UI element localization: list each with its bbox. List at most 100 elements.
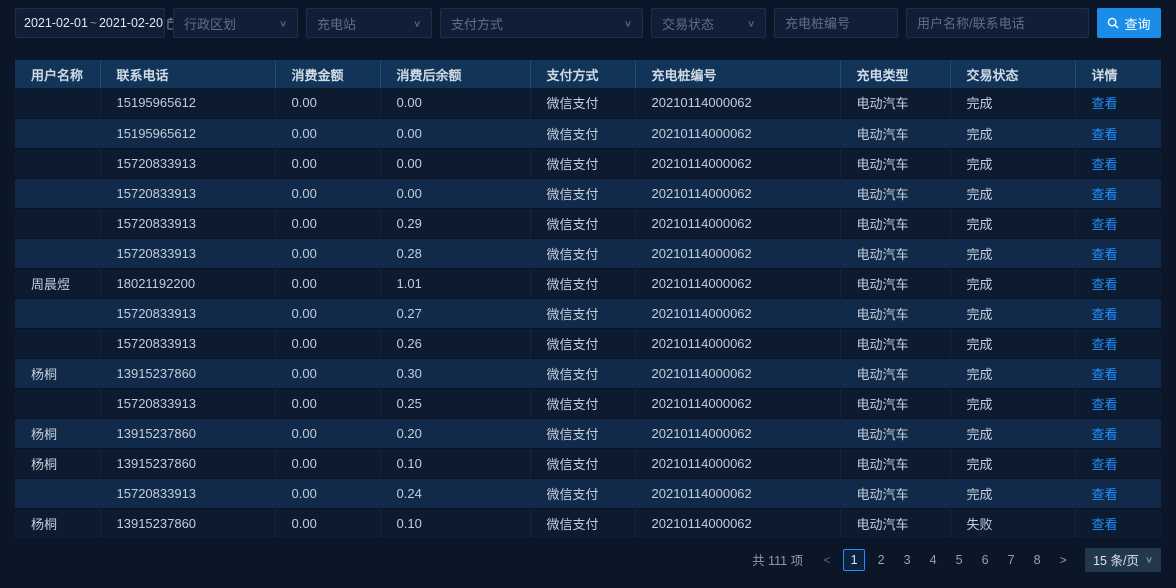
cell-name bbox=[15, 118, 100, 148]
table-row: 157208339130.000.26微信支付20210114000062电动汽… bbox=[15, 328, 1161, 358]
detail-link[interactable]: 查看 bbox=[1092, 187, 1118, 202]
chevron-down-icon: ∨ bbox=[747, 18, 755, 28]
cell-status: 完成 bbox=[950, 298, 1075, 328]
cell-type: 电动汽车 bbox=[840, 328, 950, 358]
region-select[interactable]: 行政区划 ∨ bbox=[173, 8, 298, 38]
cell-type: 电动汽车 bbox=[840, 88, 950, 118]
detail-link[interactable]: 查看 bbox=[1092, 127, 1118, 142]
cell-detail: 查看 bbox=[1075, 268, 1161, 298]
cell-detail: 查看 bbox=[1075, 208, 1161, 238]
detail-link[interactable]: 查看 bbox=[1092, 307, 1118, 322]
cell-type: 电动汽车 bbox=[840, 418, 950, 448]
cell-payment: 微信支付 bbox=[530, 88, 635, 118]
page-button-2[interactable]: 2 bbox=[871, 549, 891, 571]
cell-phone: 13915237860 bbox=[100, 508, 275, 538]
detail-link[interactable]: 查看 bbox=[1092, 217, 1118, 232]
page-button-6[interactable]: 6 bbox=[975, 549, 995, 571]
cell-pile: 20210114000062 bbox=[635, 448, 840, 478]
cell-detail: 查看 bbox=[1075, 148, 1161, 178]
cell-name bbox=[15, 328, 100, 358]
detail-link[interactable]: 查看 bbox=[1092, 487, 1118, 502]
cell-payment: 微信支付 bbox=[530, 508, 635, 538]
table-row: 周晨煜180211922000.001.01微信支付20210114000062… bbox=[15, 268, 1161, 298]
cell-type: 电动汽车 bbox=[840, 478, 950, 508]
detail-link[interactable]: 查看 bbox=[1092, 247, 1118, 262]
chevron-down-icon: ∨ bbox=[279, 18, 287, 28]
table-row: 157208339130.000.24微信支付20210114000062电动汽… bbox=[15, 478, 1161, 508]
cell-amount: 0.00 bbox=[275, 268, 380, 298]
detail-link[interactable]: 查看 bbox=[1092, 157, 1118, 172]
col-charge-type: 充电类型 bbox=[840, 60, 950, 88]
cell-payment: 微信支付 bbox=[530, 208, 635, 238]
search-button[interactable]: 查询 bbox=[1097, 8, 1161, 38]
cell-payment: 微信支付 bbox=[530, 388, 635, 418]
cell-amount: 0.00 bbox=[275, 478, 380, 508]
page-number-list: 12345678 bbox=[843, 549, 1047, 571]
pile-number-input[interactable] bbox=[775, 9, 897, 37]
cell-pile: 20210114000062 bbox=[635, 208, 840, 238]
user-search-input[interactable] bbox=[907, 9, 1088, 37]
cell-status: 完成 bbox=[950, 478, 1075, 508]
page-button-7[interactable]: 7 bbox=[1001, 549, 1021, 571]
cell-phone: 15195965612 bbox=[100, 118, 275, 148]
cell-amount: 0.00 bbox=[275, 418, 380, 448]
cell-pile: 20210114000062 bbox=[635, 178, 840, 208]
cell-amount: 0.00 bbox=[275, 328, 380, 358]
cell-type: 电动汽车 bbox=[840, 268, 950, 298]
cell-pile: 20210114000062 bbox=[635, 418, 840, 448]
col-balance: 消费后余额 bbox=[380, 60, 530, 88]
cell-name: 杨桐 bbox=[15, 418, 100, 448]
table-row: 杨桐139152378600.000.10微信支付20210114000062电… bbox=[15, 508, 1161, 538]
cell-payment: 微信支付 bbox=[530, 358, 635, 388]
page-button-4[interactable]: 4 bbox=[923, 549, 943, 571]
cell-status: 完成 bbox=[950, 448, 1075, 478]
cell-detail: 查看 bbox=[1075, 478, 1161, 508]
col-status: 交易状态 bbox=[950, 60, 1075, 88]
table-body: 151959656120.000.00微信支付20210114000062电动汽… bbox=[15, 88, 1161, 538]
cell-phone: 15720833913 bbox=[100, 238, 275, 268]
detail-link[interactable]: 查看 bbox=[1092, 397, 1118, 412]
cell-amount: 0.00 bbox=[275, 118, 380, 148]
detail-link[interactable]: 查看 bbox=[1092, 457, 1118, 472]
cell-type: 电动汽车 bbox=[840, 448, 950, 478]
station-select[interactable]: 充电站 ∨ bbox=[306, 8, 432, 38]
cell-status: 完成 bbox=[950, 208, 1075, 238]
page-button-8[interactable]: 8 bbox=[1027, 549, 1047, 571]
detail-link[interactable]: 查看 bbox=[1092, 427, 1118, 442]
cell-status: 完成 bbox=[950, 388, 1075, 418]
user-search-field bbox=[906, 8, 1089, 38]
status-select-placeholder: 交易状态 bbox=[662, 14, 714, 33]
page-size-select[interactable]: 15 条/页 ∨ bbox=[1085, 548, 1161, 572]
cell-amount: 0.00 bbox=[275, 148, 380, 178]
cell-payment: 微信支付 bbox=[530, 418, 635, 448]
cell-balance: 1.01 bbox=[380, 268, 530, 298]
search-button-label: 查询 bbox=[1124, 14, 1150, 33]
cell-status: 失败 bbox=[950, 508, 1075, 538]
detail-link[interactable]: 查看 bbox=[1092, 367, 1118, 382]
cell-balance: 0.27 bbox=[380, 298, 530, 328]
detail-link[interactable]: 查看 bbox=[1092, 517, 1118, 532]
cell-amount: 0.00 bbox=[275, 388, 380, 418]
detail-link[interactable]: 查看 bbox=[1092, 337, 1118, 352]
date-range-picker[interactable]: 2021-02-01 ~ 2021-02-20 bbox=[15, 8, 165, 38]
payment-method-select[interactable]: 支付方式 ∨ bbox=[440, 8, 643, 38]
next-page-button[interactable]: > bbox=[1053, 549, 1073, 571]
page-button-3[interactable]: 3 bbox=[897, 549, 917, 571]
prev-page-button[interactable]: < bbox=[817, 549, 837, 571]
cell-phone: 13915237860 bbox=[100, 418, 275, 448]
cell-name bbox=[15, 208, 100, 238]
table-header: 用户名称 联系电话 消费金额 消费后余额 支付方式 充电桩编号 充电类型 交易状… bbox=[15, 60, 1161, 88]
page-button-1[interactable]: 1 bbox=[843, 549, 865, 571]
transaction-status-select[interactable]: 交易状态 ∨ bbox=[651, 8, 766, 38]
page-button-5[interactable]: 5 bbox=[949, 549, 969, 571]
transactions-page: 2021-02-01 ~ 2021-02-20 行政区划 ∨ 充电站 ∨ 支付方… bbox=[0, 0, 1176, 588]
table-row: 151959656120.000.00微信支付20210114000062电动汽… bbox=[15, 118, 1161, 148]
cell-balance: 0.00 bbox=[380, 148, 530, 178]
cell-type: 电动汽车 bbox=[840, 118, 950, 148]
cell-status: 完成 bbox=[950, 358, 1075, 388]
cell-payment: 微信支付 bbox=[530, 298, 635, 328]
detail-link[interactable]: 查看 bbox=[1092, 277, 1118, 292]
col-phone: 联系电话 bbox=[100, 60, 275, 88]
cell-balance: 0.28 bbox=[380, 238, 530, 268]
detail-link[interactable]: 查看 bbox=[1092, 96, 1118, 111]
